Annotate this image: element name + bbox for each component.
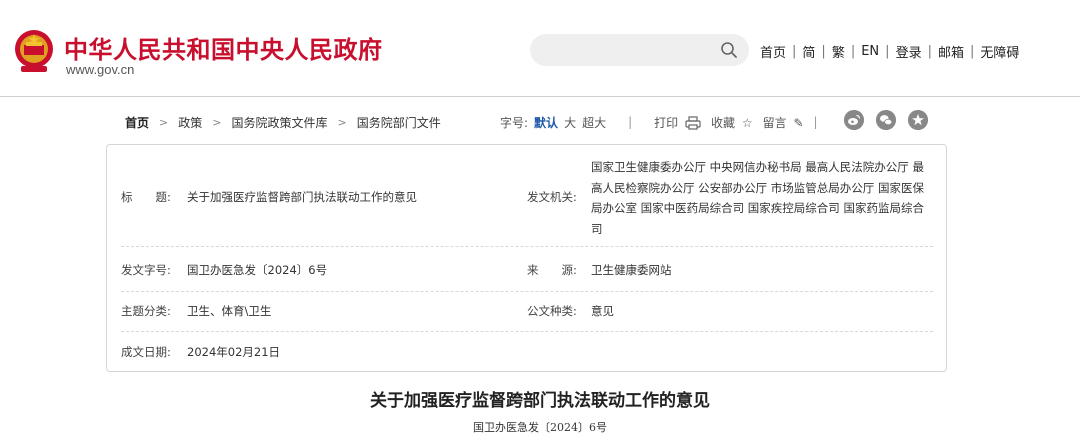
type-label: 公文种类:: [527, 304, 577, 318]
pencil-icon: ✎: [793, 116, 804, 130]
chevron-right-icon: >: [212, 115, 222, 129]
issuer-label: 发文机关:: [527, 190, 577, 204]
chevron-right-icon: >: [159, 115, 169, 129]
site-domain: www.gov.cn: [66, 62, 135, 77]
nav-separator: |: [850, 44, 856, 59]
document-info-table: 标 题: 关于加强医疗监督跨部门执法联动工作的意见 发文机关: 国家卫生健康委办…: [106, 144, 947, 372]
tools-divider: |: [628, 115, 633, 129]
comment-label: 留言: [762, 115, 787, 130]
font-size-label: 字号:: [500, 115, 529, 130]
breadcrumb-home[interactable]: 首页: [125, 114, 149, 131]
nav-separator: |: [927, 44, 932, 59]
nav-separator: |: [821, 44, 826, 59]
article-doc-number: 国卫办医急发〔2024〕6号: [473, 421, 607, 434]
row-divider: [121, 291, 933, 292]
weibo-share-icon[interactable]: [844, 110, 864, 130]
printer-icon: [685, 116, 701, 130]
star-icon: ☆: [741, 116, 753, 130]
row-divider: [121, 331, 933, 332]
issuer-value: 国家卫生健康委办公厅 中央网信办秘书局 最高人民法院办公厅 最高人民检察院办公厅…: [591, 160, 924, 236]
nav-traditional-link[interactable]: 繁: [832, 42, 845, 61]
breadcrumb-department-docs[interactable]: 国务院部门文件: [357, 114, 441, 131]
nav-mail-link[interactable]: 邮箱: [938, 42, 964, 61]
nav-home-link[interactable]: 首页: [760, 42, 786, 61]
site-title[interactable]: 中华人民共和国中央人民政府: [64, 30, 383, 65]
search-icon[interactable]: [720, 41, 738, 59]
breadcrumb-policy[interactable]: 政策: [178, 114, 202, 131]
title-value: 关于加强医疗监督跨部门执法联动工作的意见: [187, 190, 417, 204]
national-emblem-icon[interactable]: [13, 28, 55, 74]
nav-simplified-link[interactable]: 简: [802, 42, 815, 61]
font-size-large[interactable]: 大: [564, 114, 576, 131]
title-label: 标 题:: [121, 190, 171, 204]
date-value: 2024年02月21日: [187, 345, 281, 359]
nav-accessibility-link[interactable]: 无障碍: [980, 42, 1019, 61]
star-share-icon[interactable]: [908, 110, 928, 130]
docno-value: 国卫办医急发〔2024〕6号: [187, 263, 328, 277]
type-value: 意见: [591, 304, 614, 318]
nav-separator: |: [792, 44, 797, 59]
favorite-label: 收藏: [710, 115, 735, 130]
source-value: 卫生健康委网站: [591, 263, 672, 277]
nav-login-link[interactable]: 登录: [896, 42, 922, 61]
article-title: 关于加强医疗监督跨部门执法联动工作的意见: [370, 391, 710, 411]
topic-value: 卫生、体育\卫生: [187, 304, 272, 318]
nav-separator: |: [885, 44, 890, 59]
search-input[interactable]: [544, 40, 714, 60]
chevron-right-icon: >: [337, 115, 347, 129]
search-box: [530, 34, 749, 66]
print-button[interactable]: 打印: [654, 114, 701, 131]
font-size-default[interactable]: 默认: [534, 114, 558, 131]
docno-label: 发文字号:: [121, 263, 171, 277]
breadcrumb: 首页 > 政策 > 国务院政策文件库 > 国务院部门文件: [125, 112, 441, 132]
site-header: 中华人民共和国中央人民政府 www.gov.cn 首页 | 简 | 繁 | EN…: [0, 0, 1080, 97]
nav-separator: |: [969, 44, 975, 59]
favorite-button[interactable]: 收藏 ☆: [711, 114, 753, 131]
page-tools: 字号: 默认 大 超大 | 打印 收藏 ☆ 留言 ✎ |: [500, 112, 828, 132]
wechat-share-icon[interactable]: [876, 110, 896, 130]
print-label: 打印: [654, 115, 679, 130]
breadcrumb-policy-library[interactable]: 国务院政策文件库: [231, 114, 327, 131]
font-size-xlarge[interactable]: 超大: [582, 114, 606, 131]
date-label: 成文日期:: [121, 345, 171, 359]
top-nav: 首页 | 简 | 繁 | EN | 登录 | 邮箱 | 无障碍: [760, 42, 1019, 61]
source-label: 来 源:: [527, 263, 577, 277]
tools-divider: |: [813, 115, 818, 129]
topic-label: 主题分类:: [121, 304, 171, 318]
comment-button[interactable]: 留言 ✎: [763, 114, 804, 131]
row-divider: [121, 246, 933, 247]
nav-english-link[interactable]: EN: [861, 44, 879, 59]
